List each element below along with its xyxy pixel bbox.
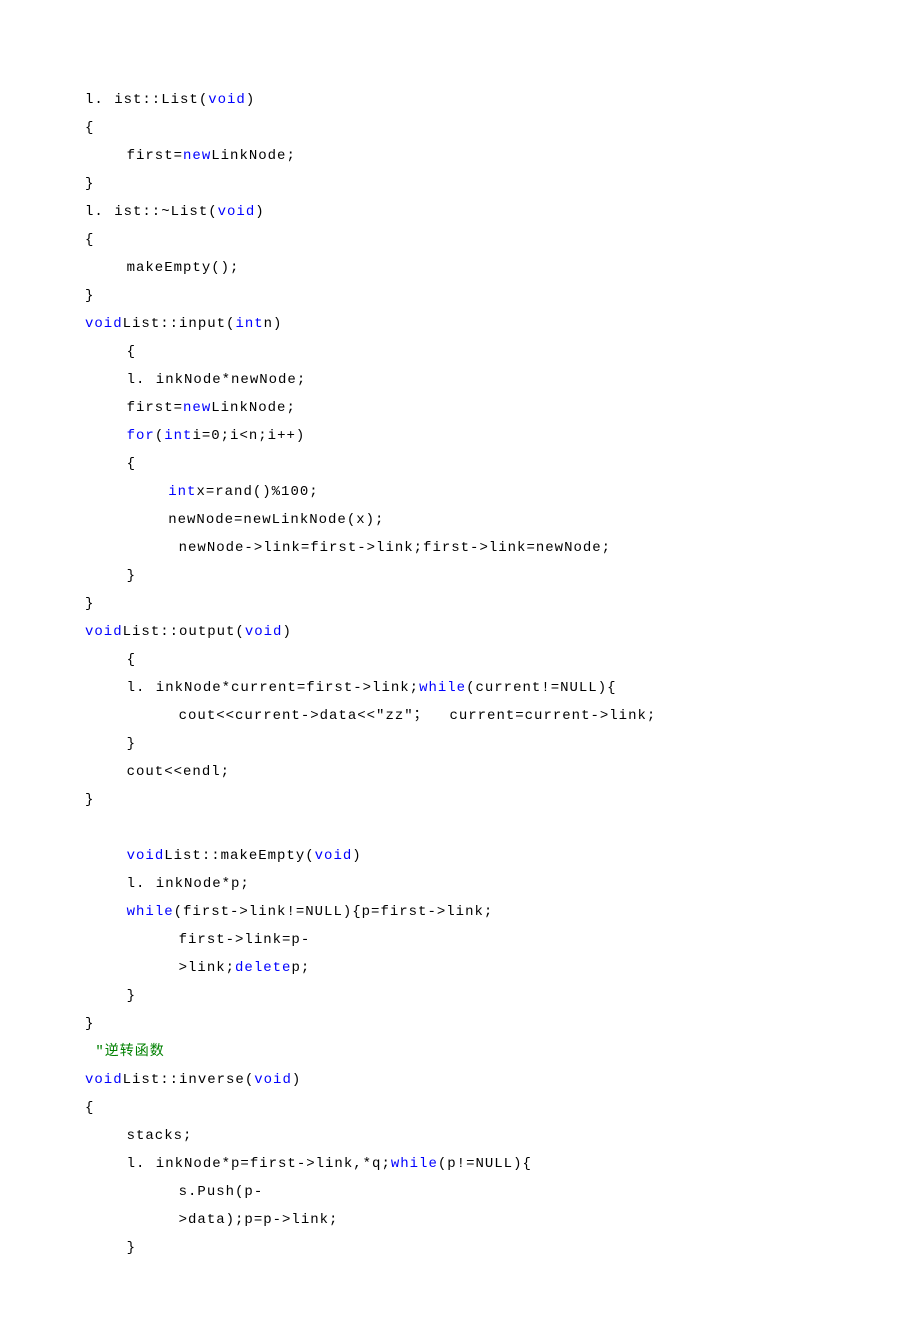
keyword-void: void — [245, 624, 283, 640]
code-text: x=rand()%100; — [196, 484, 318, 500]
keyword-void: void — [85, 624, 123, 640]
code-text: ( — [155, 428, 164, 444]
code-line: newNode->link=first->link;first->link=ne… — [85, 540, 611, 556]
code-text: List::inverse( — [123, 1072, 255, 1088]
code-line: l. inkNode*newNode; — [85, 372, 306, 388]
keyword-while: while — [419, 680, 466, 696]
code-text — [85, 848, 127, 864]
code-text: first= — [85, 148, 183, 164]
keyword-void: void — [85, 316, 123, 332]
code-text: (first->link!=NULL){p=first->link; — [174, 904, 494, 920]
code-line: { — [85, 1100, 94, 1116]
code-text: ) — [246, 92, 255, 108]
code-line: } — [85, 1240, 136, 1256]
code-line: s.Push(p- — [85, 1184, 263, 1200]
code-line: { — [85, 120, 94, 136]
code-line: stacks; — [85, 1128, 192, 1144]
code-line: cout<<current->data<<"zz"； current=curre… — [85, 708, 656, 724]
code-text: first= — [85, 400, 183, 416]
code-text: (current!=NULL){ — [466, 680, 616, 696]
code-line: } — [85, 792, 94, 808]
code-text: (p!=NULL){ — [438, 1156, 532, 1172]
keyword-void: void — [85, 1072, 123, 1088]
code-text: List::makeEmpty( — [164, 848, 314, 864]
code-line: } — [85, 288, 94, 304]
code-text: i=0;i<n;i++) — [192, 428, 305, 444]
code-text: l. inkNode*p=first->link,*q; — [85, 1156, 391, 1172]
code-text: l. inkNode*current=first->link; — [85, 680, 419, 696]
code-text: List::input( — [123, 316, 236, 332]
code-text: l. ist::~List( — [85, 204, 218, 220]
keyword-delete: delete — [235, 960, 291, 976]
code-text: >link; — [85, 960, 235, 976]
code-text: List::output( — [123, 624, 245, 640]
code-document: l. ist::List(void) { first=newLinkNode; … — [0, 0, 920, 1322]
code-line: l. inkNode*p; — [85, 876, 250, 892]
keyword-int: int — [168, 484, 196, 500]
code-line: { — [85, 344, 136, 360]
keyword-new: new — [183, 400, 211, 416]
code-text — [85, 904, 127, 920]
keyword-new: new — [183, 148, 211, 164]
keyword-void: void — [315, 848, 353, 864]
code-text: LinkNode; — [211, 400, 296, 416]
code-line: } — [85, 736, 136, 752]
code-text: LinkNode; — [211, 148, 296, 164]
code-line: first->link=p- — [85, 932, 310, 948]
code-line: makeEmpty(); — [85, 260, 239, 276]
code-line: newNode=newLinkNode(x); — [85, 512, 384, 528]
code-text: p; — [291, 960, 310, 976]
code-line: >data);p=p->link; — [85, 1212, 338, 1228]
code-line: { — [85, 652, 136, 668]
keyword-int: int — [164, 428, 192, 444]
code-line: cout<<endl; — [85, 764, 230, 780]
comment-line: "逆转函数 — [85, 1044, 165, 1060]
code-text: ) — [292, 1072, 301, 1088]
keyword-void: void — [208, 92, 246, 108]
code-line: } — [85, 596, 94, 612]
code-line: } — [85, 988, 136, 1004]
code-line: { — [85, 456, 136, 472]
keyword-while: while — [127, 904, 174, 920]
keyword-void: void — [218, 204, 256, 220]
code-text: ) — [255, 204, 264, 220]
code-text: n) — [264, 316, 283, 332]
code-text — [85, 484, 168, 500]
keyword-int: int — [235, 316, 263, 332]
code-text — [85, 428, 127, 444]
keyword-void: void — [127, 848, 165, 864]
keyword-for: for — [127, 428, 155, 444]
keyword-void: void — [254, 1072, 292, 1088]
code-line: } — [85, 176, 94, 192]
keyword-while: while — [391, 1156, 438, 1172]
code-line: } — [85, 1016, 94, 1032]
code-line: } — [85, 568, 136, 584]
code-text: ) — [282, 624, 291, 640]
code-text: ) — [352, 848, 361, 864]
code-line: l. ist::List( — [85, 92, 208, 108]
code-line: { — [85, 232, 94, 248]
